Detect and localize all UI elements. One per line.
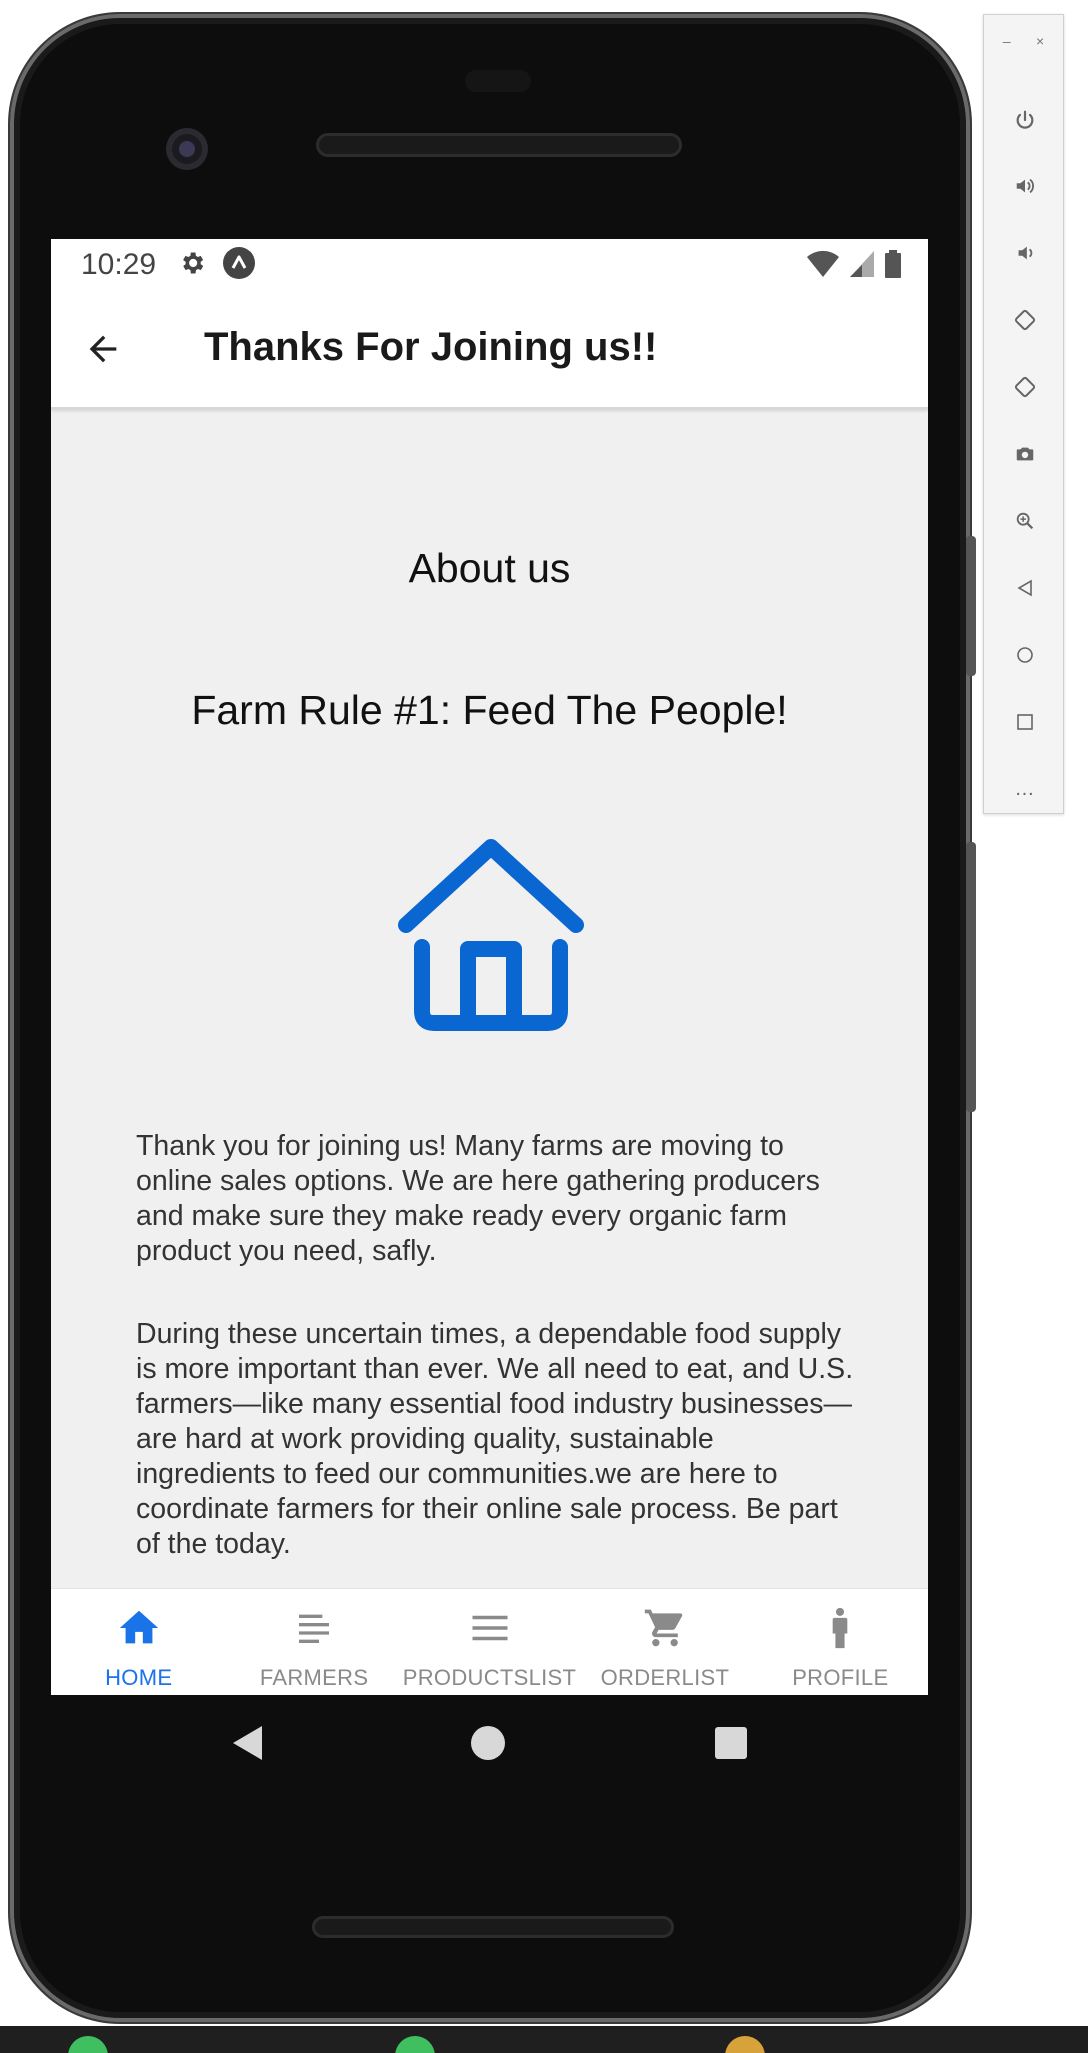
status-time: 10:29	[81, 248, 157, 281]
tab-label: ORDERLIST	[600, 1665, 730, 1690]
system-navigation-bar	[51, 1695, 928, 1795]
status-bar: 10:29	[51, 239, 928, 291]
overview-icon[interactable]	[984, 697, 1065, 747]
back-arrow-icon[interactable]	[81, 327, 125, 371]
home-icon[interactable]	[984, 630, 1065, 680]
close-button[interactable]: ×	[1036, 33, 1044, 67]
volume-up-icon[interactable]	[984, 161, 1065, 211]
device-screen: 10:29 Thanks For Joining us!! About us F…	[51, 239, 928, 1695]
emulator-toolbar: – × …	[983, 14, 1064, 814]
tab-home[interactable]: HOME	[51, 1589, 226, 1695]
camera-icon[interactable]	[984, 429, 1065, 479]
nav-back-icon[interactable]	[225, 1721, 269, 1765]
farm-rule-heading: Farm Rule #1: Feed The People!	[191, 687, 788, 733]
tab-label: FARMERS	[259, 1665, 369, 1690]
wifi-icon	[806, 249, 840, 284]
back-icon[interactable]	[984, 563, 1065, 613]
volume-down-icon[interactable]	[984, 228, 1065, 278]
more-icon[interactable]: …	[984, 764, 1065, 814]
tab-label: HOME	[105, 1665, 173, 1690]
cell-signal-icon	[848, 249, 876, 284]
tab-label: PRODUCTSLIST	[402, 1665, 577, 1690]
taskbar-app-icon[interactable]	[395, 2036, 435, 2053]
nav-home-icon[interactable]	[466, 1721, 510, 1765]
page-title: Thanks For Joining us!!	[204, 325, 658, 369]
settings-gear-icon	[178, 249, 206, 282]
zoom-icon[interactable]	[984, 496, 1065, 546]
tab-profile[interactable]: PROFILE	[753, 1589, 928, 1695]
home-illustration-icon	[396, 835, 586, 1031]
about-content: About us Farm Rule #1: Feed The People! …	[51, 411, 928, 1588]
proximity-sensor	[465, 70, 531, 92]
about-heading: About us	[408, 545, 571, 591]
battery-icon	[884, 249, 902, 284]
rotate-right-icon[interactable]	[984, 362, 1065, 412]
host-taskbar	[0, 2026, 1088, 2053]
taskbar-app-icon[interactable]	[725, 2036, 765, 2053]
rotate-left-icon[interactable]	[984, 295, 1065, 345]
front-camera	[166, 128, 208, 170]
tab-farmers[interactable]: FARMERS	[226, 1589, 401, 1695]
mission-paragraph: During these uncertain times, a dependab…	[136, 1318, 854, 1560]
bottom-navigation: HOME FARMERS PRODUCTSLIST ORDERLIST PROF…	[51, 1588, 928, 1695]
minimize-button[interactable]: –	[1003, 33, 1011, 67]
app-bar: Thanks For Joining us!!	[51, 291, 928, 409]
cart-icon	[642, 1605, 688, 1651]
side-button-power[interactable]	[966, 536, 976, 676]
intro-paragraph: Thank you for joining us! Many farms are…	[136, 1130, 820, 1267]
app-notification-icon	[222, 246, 256, 285]
tab-orderlist[interactable]: ORDERLIST	[577, 1589, 752, 1695]
home-icon	[116, 1605, 162, 1651]
power-icon[interactable]	[984, 95, 1065, 145]
lines-icon	[291, 1605, 337, 1651]
menu-icon	[467, 1605, 513, 1651]
bottom-speaker	[312, 1916, 674, 1938]
tab-label: PROFILE	[792, 1665, 889, 1690]
taskbar-app-icon[interactable]	[68, 2036, 108, 2053]
tab-productslist[interactable]: PRODUCTSLIST	[402, 1589, 577, 1695]
earpiece-speaker	[316, 133, 682, 157]
nav-overview-icon[interactable]	[709, 1721, 753, 1765]
person-icon	[817, 1605, 863, 1651]
side-button-volume[interactable]	[966, 842, 976, 1112]
